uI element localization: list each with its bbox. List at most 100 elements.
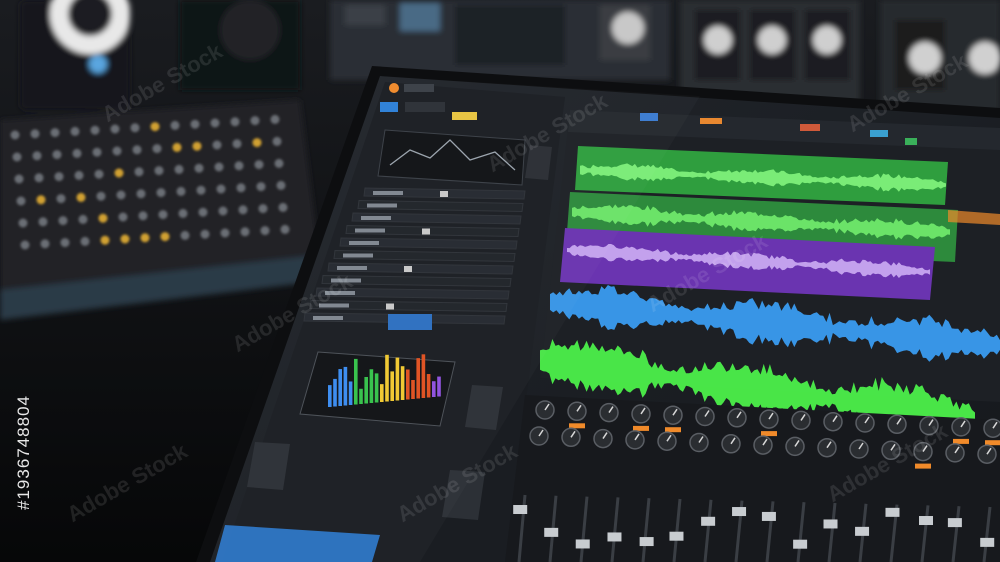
console-knob — [152, 144, 162, 154]
console-knob — [32, 151, 42, 161]
console-knob — [56, 194, 66, 204]
console-knob — [234, 161, 244, 171]
channel-fader — [823, 519, 838, 529]
console-knob — [20, 240, 30, 250]
console-knob — [58, 216, 68, 226]
channel-fader — [793, 539, 808, 549]
console-knob — [16, 196, 26, 206]
console-knob — [30, 129, 40, 139]
channel-fader — [885, 507, 900, 517]
console-knob — [214, 162, 224, 172]
console-knob — [78, 214, 88, 224]
console-knob — [232, 139, 242, 149]
console-knob — [136, 189, 146, 199]
console-knob — [36, 195, 46, 205]
console-knob — [252, 138, 262, 148]
channel-fader — [855, 526, 870, 536]
channel-fader — [732, 507, 747, 517]
daw-mixer — [505, 395, 1000, 562]
console-knob — [60, 238, 70, 248]
console-knob — [118, 212, 128, 222]
console-knob — [92, 147, 102, 157]
console-knob — [54, 172, 64, 182]
console-knob — [192, 141, 202, 151]
studio-photo: Adobe Stock Adobe Stock Adobe Stock Adob… — [0, 0, 1000, 562]
console-knob — [100, 235, 110, 245]
console-knob — [98, 213, 108, 223]
console-knob — [38, 217, 48, 227]
channel-fader — [513, 505, 528, 515]
console-knob — [140, 233, 150, 243]
console-knob — [194, 163, 204, 173]
console-knob — [190, 119, 200, 129]
mixer-knob — [983, 418, 1000, 438]
console-knob — [40, 239, 50, 249]
channel-fader — [918, 516, 933, 526]
console-knob — [158, 210, 168, 220]
console-knob — [198, 207, 208, 217]
console-knob — [260, 226, 270, 236]
console-knob — [80, 236, 90, 246]
console-knob — [276, 180, 286, 190]
console-knob — [76, 192, 86, 202]
console-knob — [238, 205, 248, 215]
console-knob — [196, 185, 206, 195]
console-knob — [258, 204, 268, 214]
console-knob — [200, 229, 210, 239]
console-knob — [270, 114, 280, 124]
console-knob — [156, 188, 166, 198]
console-knob — [160, 232, 170, 242]
console-knob — [272, 136, 282, 146]
console-knob — [12, 152, 22, 162]
console-knob — [220, 228, 230, 238]
console-knob — [130, 123, 140, 133]
console-knob — [94, 169, 104, 179]
console-knob — [236, 183, 246, 193]
console-knob — [96, 191, 106, 201]
console-knob — [70, 126, 80, 136]
console-knob — [116, 190, 126, 200]
console-knob — [278, 202, 288, 212]
console-knob — [90, 125, 100, 135]
console-knob — [274, 158, 284, 168]
console-knob — [176, 186, 186, 196]
console-knob — [74, 170, 84, 180]
console-knob — [14, 174, 24, 184]
console-knob — [18, 218, 28, 228]
console-knob — [138, 211, 148, 221]
console-knob — [218, 206, 228, 216]
console-knob — [280, 224, 290, 234]
console-knob — [174, 164, 184, 174]
console-knob — [50, 128, 60, 138]
channel-fader — [761, 511, 776, 521]
console-knob — [254, 160, 264, 170]
console-knob — [216, 184, 226, 194]
console-knob — [210, 118, 220, 128]
console-knob — [212, 140, 222, 150]
console-knob — [256, 182, 266, 192]
channel-fader — [947, 518, 962, 528]
console-knob — [10, 130, 20, 140]
asset-id-label: #193674880​4 — [14, 394, 33, 510]
console-knob — [154, 166, 164, 176]
console-knob — [170, 120, 180, 130]
channel-fader — [575, 539, 590, 549]
console-knob — [250, 116, 260, 126]
console-knob — [150, 122, 160, 132]
channel-fader — [544, 527, 559, 537]
channel-fader — [669, 531, 684, 541]
channel-fader — [607, 532, 622, 542]
console-knob — [180, 230, 190, 240]
console-knob — [134, 167, 144, 177]
console-knob — [230, 117, 240, 127]
console-knob — [178, 208, 188, 218]
channel-fader — [980, 537, 995, 547]
console-knob — [240, 227, 250, 237]
console-knob — [72, 148, 82, 158]
channel-fader — [701, 516, 716, 526]
console-knob — [52, 150, 62, 160]
console-knob — [172, 142, 182, 152]
console-knob — [112, 146, 122, 156]
console-knob — [114, 168, 124, 178]
console-knob — [110, 124, 120, 134]
